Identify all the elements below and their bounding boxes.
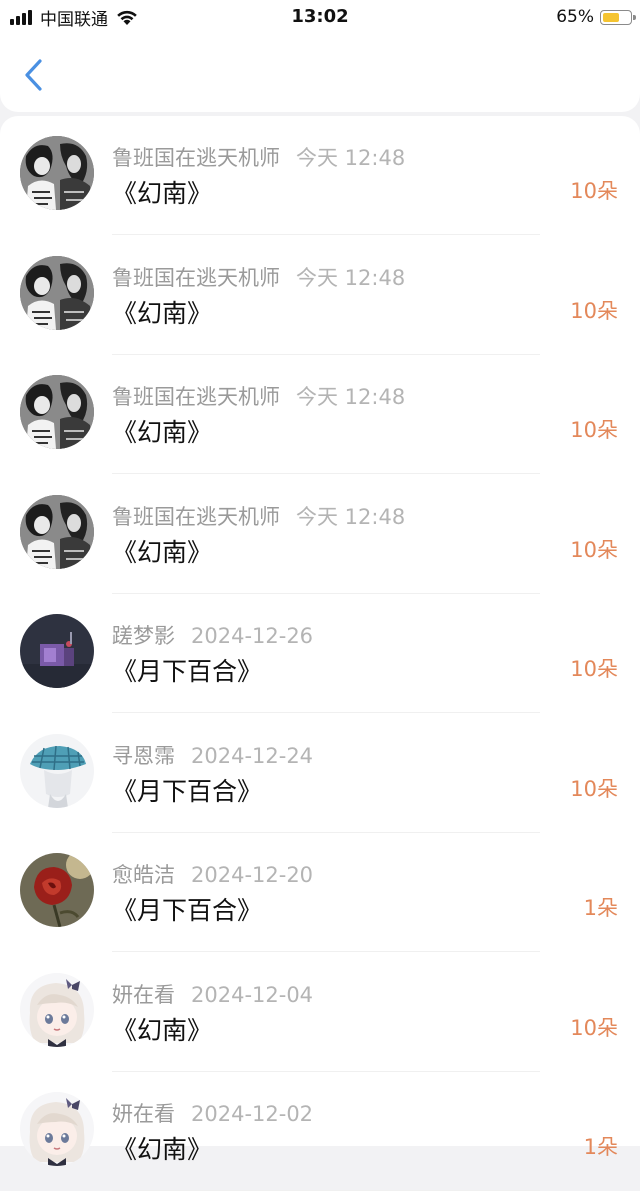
chevron-left-icon[interactable]	[20, 58, 50, 92]
list-item[interactable]: 鲁班国在逃天机师 今天 12:48 《幻南》 10朵	[0, 355, 640, 474]
user-name-line: 鲁班国在逃天机师 今天 12:48	[112, 262, 405, 292]
user-name-line: 鲁班国在逃天机师 今天 12:48	[112, 381, 405, 411]
list-item[interactable]: 蹉梦影 2024-12-26 《月下百合》 10朵	[0, 594, 640, 713]
avatar[interactable]	[20, 733, 94, 808]
avatar[interactable]	[20, 972, 94, 1047]
battery-icon	[600, 9, 636, 25]
book-title[interactable]: 《幻南》	[112, 533, 212, 569]
status-time: 13:02	[291, 6, 349, 27]
list-item[interactable]: 寻恩霈 2024-12-24 《月下百合》 10朵	[0, 714, 640, 833]
avatar[interactable]	[20, 494, 94, 569]
avatar[interactable]	[20, 614, 94, 688]
avatar[interactable]	[20, 1092, 94, 1166]
timestamp: 2024-12-20	[191, 863, 314, 887]
user-name-line: 妍在看 2024-12-02	[112, 1098, 313, 1128]
user-name-line: 妍在看 2024-12-04	[112, 979, 313, 1009]
avatar[interactable]	[20, 375, 94, 449]
user-name[interactable]: 鲁班国在逃天机师	[112, 266, 280, 290]
avatar[interactable]	[20, 136, 94, 210]
user-name[interactable]: 鲁班国在逃天机师	[112, 505, 280, 529]
timestamp: 今天 12:48	[296, 385, 406, 409]
flower-amount: 10朵	[570, 657, 618, 681]
avatar[interactable]	[20, 853, 94, 927]
timestamp: 今天 12:48	[296, 504, 406, 529]
timestamp: 今天 12:48	[296, 265, 406, 290]
user-name-line: 寻恩霈 2024-12-24	[112, 740, 313, 770]
user-name-line: 鲁班国在逃天机师 今天 12:48	[112, 501, 405, 531]
book-title[interactable]: 《幻南》	[112, 1130, 212, 1166]
list-item[interactable]: 妍在看 2024-12-02 《幻南》 1朵	[0, 1072, 640, 1191]
user-name[interactable]: 妍在看	[112, 1102, 175, 1126]
book-title[interactable]: 《幻南》	[112, 413, 212, 449]
book-title[interactable]: 《幻南》	[112, 1011, 212, 1047]
nav-bar	[0, 34, 640, 112]
avatar[interactable]	[20, 255, 94, 330]
user-name[interactable]: 鲁班国在逃天机师	[112, 385, 280, 409]
flower-amount: 10朵	[570, 298, 618, 323]
user-name-line: 蹉梦影 2024-12-26	[112, 620, 313, 650]
user-name[interactable]: 寻恩霈	[112, 744, 175, 768]
flower-amount: 1朵	[583, 1135, 618, 1159]
user-name[interactable]: 鲁班国在逃天机师	[112, 146, 280, 170]
book-title[interactable]: 《幻南》	[112, 174, 212, 210]
timestamp: 2024-12-26	[191, 624, 314, 648]
status-right: 65%	[556, 5, 636, 29]
list-item[interactable]: 鲁班国在逃天机师 今天 12:48 《幻南》 10朵	[0, 116, 640, 235]
battery-percent: 65%	[556, 7, 594, 27]
list-item[interactable]: 妍在看 2024-12-04 《幻南》 10朵	[0, 953, 640, 1072]
flower-amount: 1朵	[583, 896, 618, 920]
list-item[interactable]: 鲁班国在逃天机师 今天 12:48 《幻南》 10朵	[0, 236, 640, 355]
user-name[interactable]: 蹉梦影	[112, 624, 175, 648]
book-title[interactable]: 《幻南》	[112, 294, 212, 330]
user-name-line: 愈皓洁 2024-12-20	[112, 859, 313, 889]
timestamp: 今天 12:48	[296, 146, 406, 170]
book-title[interactable]: 《月下百合》	[112, 652, 262, 688]
timestamp: 2024-12-02	[191, 1102, 314, 1126]
gift-record-list: 鲁班国在逃天机师 今天 12:48 《幻南》 10朵 鲁班国在逃天机师 今天 12:48 《…	[0, 116, 640, 1191]
book-title[interactable]: 《月下百合》	[112, 772, 262, 808]
flower-amount: 10朵	[570, 537, 618, 562]
book-title[interactable]: 《月下百合》	[112, 891, 262, 927]
flower-amount: 10朵	[570, 1015, 618, 1040]
user-name[interactable]: 妍在看	[112, 983, 175, 1007]
flower-amount: 10朵	[570, 418, 618, 442]
timestamp: 2024-12-24	[191, 743, 314, 768]
user-name[interactable]: 愈皓洁	[112, 863, 175, 887]
list-item[interactable]: 愈皓洁 2024-12-20 《月下百合》 1朵	[0, 833, 640, 952]
user-name-line: 鲁班国在逃天机师 今天 12:48	[112, 142, 405, 172]
timestamp: 2024-12-04	[191, 982, 314, 1007]
status-bar: 中国联通 13:02 65%	[0, 0, 640, 34]
flower-amount: 10朵	[570, 179, 618, 203]
list-item[interactable]: 鲁班国在逃天机师 今天 12:48 《幻南》 10朵	[0, 475, 640, 594]
flower-amount: 10朵	[570, 776, 618, 801]
